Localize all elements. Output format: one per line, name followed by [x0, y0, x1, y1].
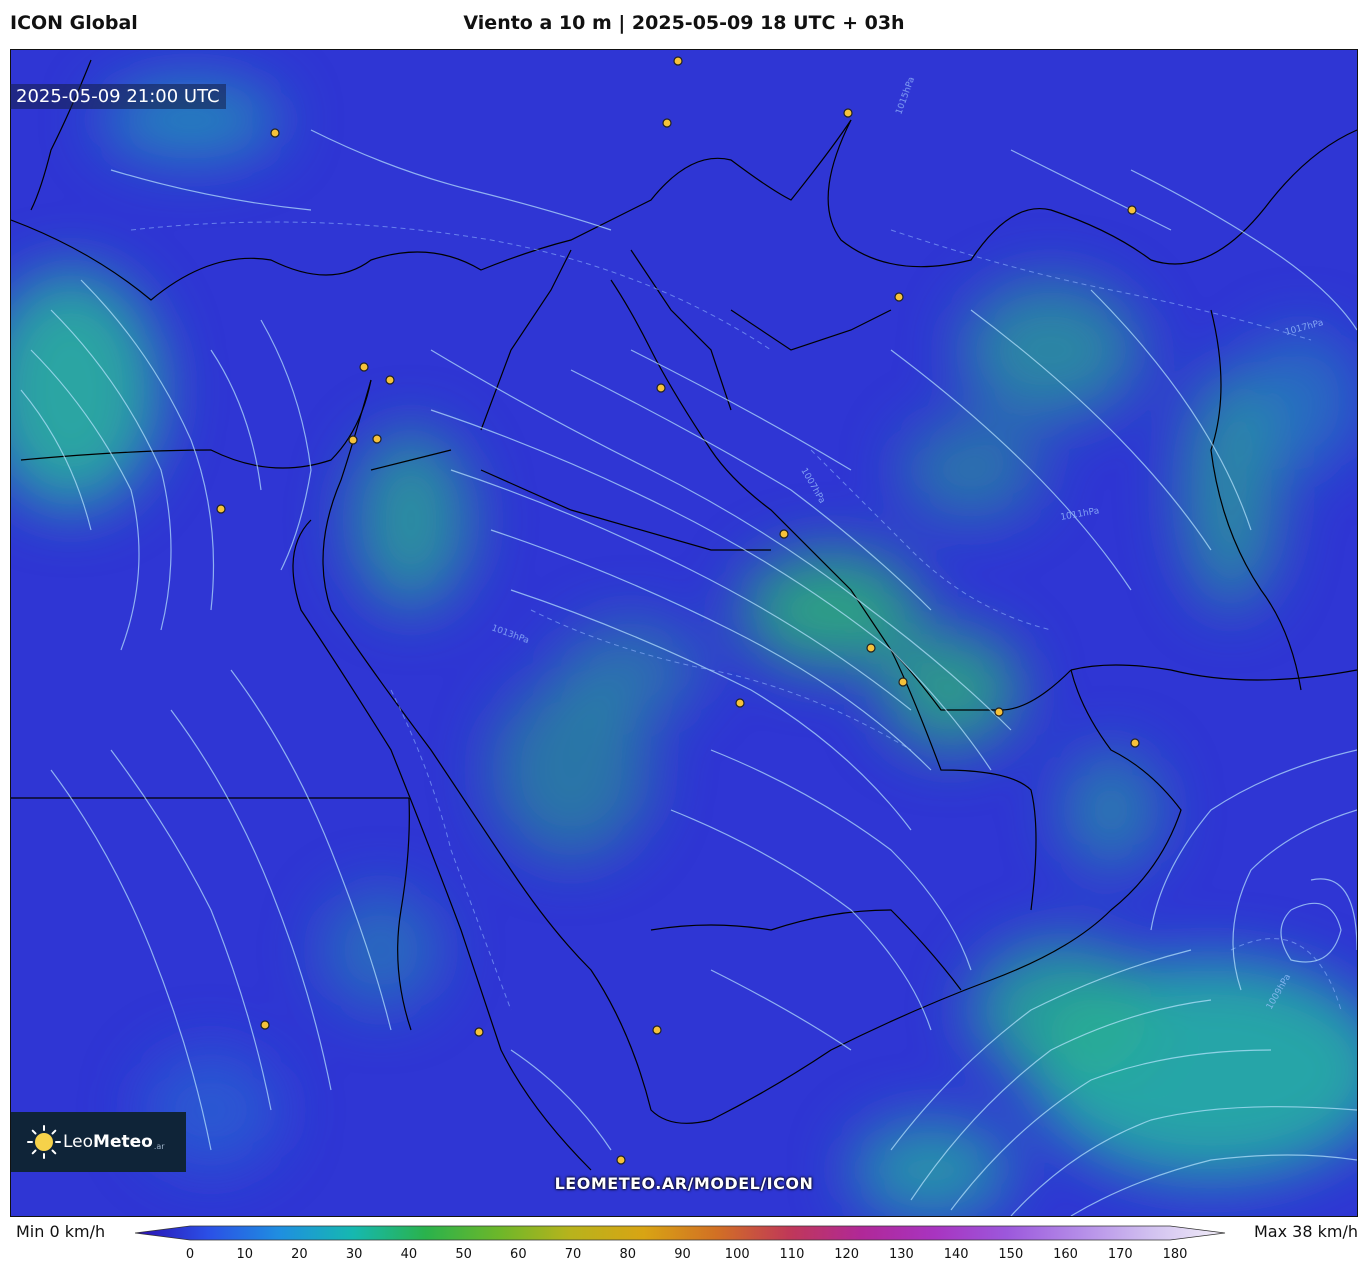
colorbar-tick-label: 130: [888, 1247, 914, 1262]
colorbar: [135, 1225, 1226, 1241]
colorbar-tick-label: 50: [455, 1247, 472, 1262]
colorbar-tick-label: 20: [291, 1247, 308, 1262]
wind-map: 1015hPa 1013hPa 1017hPa 1007hPa 1009hPa …: [10, 49, 1358, 1217]
colorbar-tick-label: 170: [1107, 1247, 1133, 1262]
city-marker: [385, 375, 395, 385]
map-title: Viento a 10 m | 2025-05-09 18 UTC + 03h: [463, 12, 905, 34]
city-marker: [372, 434, 382, 444]
colorbar-tick-label: 100: [724, 1247, 750, 1262]
colorbar-bar: [135, 1225, 1226, 1241]
city-marker: [673, 56, 683, 66]
city-marker: [843, 108, 853, 118]
map-canvas: 1015hPa 1013hPa 1017hPa 1007hPa 1009hPa …: [11, 50, 1357, 1216]
colorbar-tick-label: 0: [185, 1247, 195, 1262]
colorbar-tick-label: 140: [943, 1247, 969, 1262]
city-marker: [894, 292, 904, 302]
city-marker: [616, 1155, 626, 1165]
colorbar-tick-label: 10: [236, 1247, 253, 1262]
colorbar-tick-label: 70: [564, 1247, 582, 1262]
city-marker: [735, 698, 745, 708]
city-marker: [216, 504, 226, 514]
legend-max-label: Max 38 km/h: [1254, 1222, 1358, 1241]
city-marker: [652, 1025, 662, 1035]
colorbar-tick-label: 160: [1053, 1247, 1078, 1262]
city-marker: [474, 1027, 484, 1037]
city-marker: [656, 383, 666, 393]
colorbar-tick-label: 120: [834, 1247, 860, 1262]
city-marker: [348, 435, 358, 445]
valid-time-label: 2025-05-09 21:00 UTC: [10, 84, 226, 109]
colorbar-tick-label: 80: [619, 1247, 637, 1262]
city-marker: [1127, 205, 1137, 215]
city-marker: [662, 118, 672, 128]
logo-text: LeoMeteo: [63, 1132, 153, 1152]
leometeo-logo: LeoMeteo .ar: [11, 1112, 186, 1172]
colorbar-tick-label: 90: [674, 1247, 691, 1262]
city-marker: [779, 529, 789, 539]
logo-suffix: .ar: [153, 1141, 165, 1151]
city-marker: [898, 677, 908, 687]
colorbar-tick-label: 40: [400, 1247, 418, 1262]
city-marker: [1130, 738, 1140, 748]
colorbar-tick-label: 30: [345, 1247, 363, 1262]
site-watermark: LEOMETEO.AR/MODEL/ICON: [554, 1174, 814, 1193]
sun-icon: [27, 1125, 61, 1159]
city-marker: [270, 128, 280, 138]
city-marker: [260, 1020, 270, 1030]
colorbar-tick-label: 110: [779, 1247, 805, 1262]
colorbar-tick-label: 60: [510, 1247, 527, 1262]
legend-min-label: Min 0 km/h: [16, 1222, 106, 1241]
colorbar-tick-label: 150: [998, 1247, 1024, 1262]
city-marker: [866, 643, 876, 653]
city-marker: [994, 707, 1004, 717]
city-marker: [359, 362, 369, 372]
colorbar-tick-label: 180: [1162, 1247, 1188, 1262]
